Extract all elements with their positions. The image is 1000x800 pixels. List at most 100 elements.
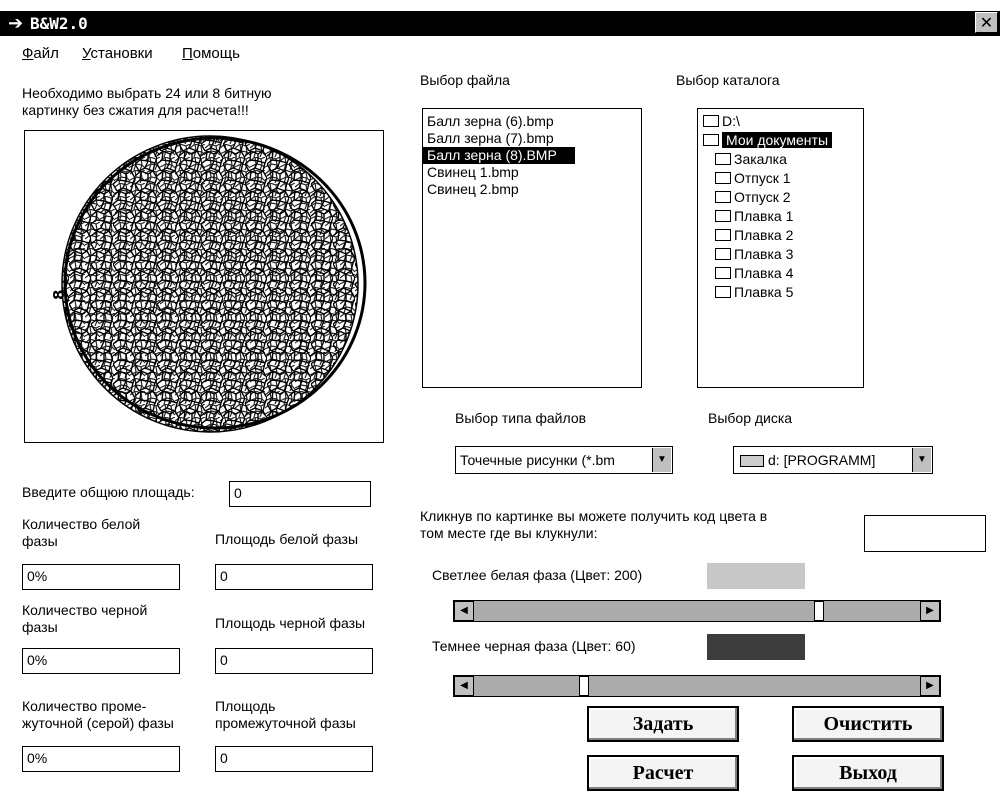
directory-tree[interactable]: D:\ Мои документы Закалка Отпуск 1 Отпус… [697, 108, 864, 388]
color-code-field[interactable] [864, 515, 986, 552]
tree-item-root[interactable]: D:\ [703, 112, 863, 131]
image-preview[interactable]: 8 [24, 130, 384, 443]
tree-current-label: Мои документы [722, 132, 833, 148]
window-title: B&W2.0 [30, 14, 88, 33]
open-folder-icon [703, 134, 719, 146]
folder-label: Плавка 1 [734, 208, 794, 224]
close-button[interactable]: ✕ [975, 12, 998, 33]
file-list-item[interactable]: Балл зерна (7).bmp [423, 130, 641, 147]
color-probe-line-2: том месте где вы клукнули: [420, 525, 598, 541]
white-count-field[interactable]: 0% [22, 564, 180, 590]
tree-item-folder[interactable]: Плавка 1 [703, 207, 863, 226]
gray-area-field[interactable]: 0 [215, 746, 373, 772]
color-probe-line-1: Кликнув по картинке вы можете получить к… [420, 508, 768, 524]
file-list-item[interactable]: Свинец 2.bmp [423, 181, 641, 198]
folder-label: Плавка 4 [734, 265, 794, 281]
tree-item-folder[interactable]: Отпуск 2 [703, 188, 863, 207]
close-icon: ✕ [979, 15, 994, 32]
scroll-right-arrow-icon[interactable]: ▶ [920, 601, 940, 621]
folder-label: Плавка 3 [734, 246, 794, 262]
file-type-label: Выбор типа файлов [455, 410, 587, 426]
calculate-button[interactable]: Расчет [587, 755, 739, 791]
folder-label: Отпуск 2 [734, 189, 791, 205]
menu-file[interactable]: Файл [22, 45, 59, 62]
slider-thumb[interactable] [579, 676, 589, 696]
darker-color-swatch [707, 634, 805, 660]
menu-settings[interactable]: Установки [82, 45, 153, 62]
folder-icon [715, 153, 731, 165]
drive-select[interactable]: d: [PROGRAMM] ▼ [733, 446, 933, 474]
drive-label: Выбор диска [708, 410, 793, 426]
white-count-label-2: фазы [22, 533, 58, 549]
file-type-select[interactable]: Точечные рисунки (*.bm ▼ [455, 446, 673, 474]
folder-icon [715, 191, 731, 203]
tree-item-folder[interactable]: Плавка 5 [703, 283, 863, 302]
file-list[interactable]: Балл зерна (6).bmp Балл зерна (7).bmp Ба… [422, 108, 642, 388]
total-area-label: Введите общюю площадь: [22, 484, 195, 500]
hint-line-1: Необходимо выбрать 24 или 8 битную [22, 85, 272, 101]
main-window: ➔ B&W2.0 ✕ Файл Установки Помощь Необход… [0, 0, 1000, 800]
white-area-label: Площодь белой фазы [215, 531, 359, 547]
tree-item-folder[interactable]: Плавка 3 [703, 245, 863, 264]
menu-file-label: айл [33, 45, 59, 62]
menu-help-label: омощь [192, 45, 240, 62]
scroll-right-arrow-icon[interactable]: ▶ [920, 676, 940, 696]
black-count-field[interactable]: 0% [22, 648, 180, 674]
file-list-item[interactable]: Балл зерна (6).bmp [423, 113, 641, 130]
darker-threshold-slider[interactable]: ◀ ▶ [453, 675, 941, 697]
darker-threshold-label: Темнее черная фаза (Цвет: 60) [432, 638, 636, 654]
lighter-threshold-slider[interactable]: ◀ ▶ [453, 600, 941, 622]
black-area-label: Площодь черной фазы [215, 615, 366, 631]
gray-area-label-2: промежуточной фазы [215, 715, 356, 731]
folder-label: Плавка 2 [734, 227, 794, 243]
tree-item-folder[interactable]: Отпуск 1 [703, 169, 863, 188]
dir-picker-label: Выбор каталога [676, 72, 780, 88]
black-area-field[interactable]: 0 [215, 648, 373, 674]
scroll-left-arrow-icon[interactable]: ◀ [454, 601, 474, 621]
folder-icon [715, 286, 731, 298]
grain-micrograph-image[interactable]: 8 [25, 131, 383, 442]
chevron-down-icon[interactable]: ▼ [652, 448, 671, 472]
chevron-down-icon[interactable]: ▼ [912, 448, 931, 472]
gray-count-field[interactable]: 0% [22, 746, 180, 772]
tree-item-folder[interactable]: Плавка 2 [703, 226, 863, 245]
file-list-item-selected[interactable]: Балл зерна (8).BMP [423, 147, 575, 164]
white-area-field[interactable]: 0 [215, 564, 373, 590]
tree-item-current[interactable]: Мои документы [703, 131, 863, 150]
file-type-value: Точечные рисунки (*.bm [460, 452, 615, 468]
gray-area-label-1: Площодь [215, 698, 276, 714]
folder-label: Отпуск 1 [734, 170, 791, 186]
scroll-left-arrow-icon[interactable]: ◀ [454, 676, 474, 696]
folder-icon [715, 267, 731, 279]
gray-count-label-2: жуточной (серой) фазы [22, 715, 174, 731]
folder-icon [715, 210, 731, 222]
hint-line-2: картинку без сжатия для расчета!!! [22, 102, 249, 118]
black-count-label-1: Количество черной [22, 602, 148, 618]
tree-root-label: D:\ [722, 113, 740, 129]
side-label: 8 [50, 290, 68, 300]
app-arrow-icon: ➔ [8, 13, 24, 33]
lighter-threshold-label: Светлее белая фаза (Цвет: 200) [432, 567, 643, 583]
tree-item-folder[interactable]: Закалка [703, 150, 863, 169]
open-folder-icon [703, 115, 719, 127]
menu-help[interactable]: Помощь [182, 45, 240, 62]
folder-icon [715, 248, 731, 260]
tree-item-folder[interactable]: Плавка 4 [703, 264, 863, 283]
folder-icon [715, 172, 731, 184]
black-count-label-2: фазы [22, 619, 58, 635]
exit-button[interactable]: Выход [792, 755, 944, 791]
total-area-input[interactable]: 0 [229, 481, 371, 507]
lighter-color-swatch [707, 563, 805, 589]
set-button[interactable]: Задать [587, 706, 739, 742]
menu-help-mnemonic: П [182, 45, 193, 62]
drive-icon [740, 455, 764, 467]
clear-button[interactable]: Очистить [792, 706, 944, 742]
slider-thumb[interactable] [814, 601, 824, 621]
menu-settings-mnemonic: У [82, 45, 91, 62]
title-bar: ➔ B&W2.0 ✕ [0, 11, 1000, 36]
white-count-label-1: Количество белой [22, 516, 141, 532]
file-picker-label: Выбор файла [420, 72, 510, 88]
drive-value: d: [PROGRAMM] [768, 452, 876, 468]
folder-icon [715, 229, 731, 241]
file-list-item[interactable]: Свинец 1.bmp [423, 164, 641, 181]
